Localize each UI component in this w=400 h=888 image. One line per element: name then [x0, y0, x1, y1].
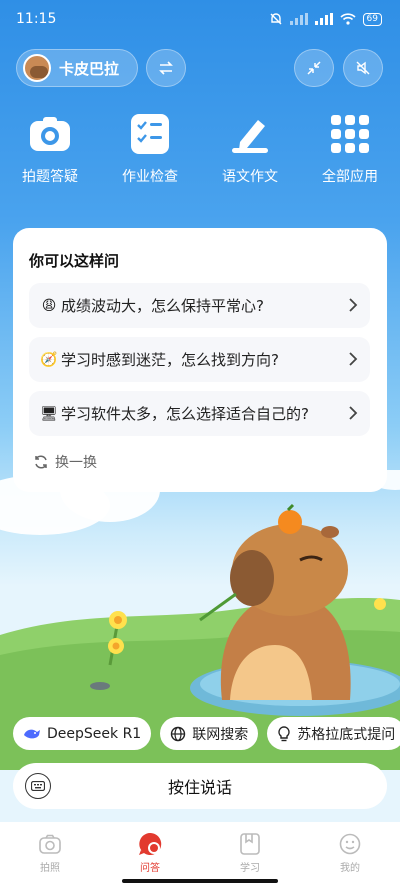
- bell-muted-icon: [270, 13, 282, 25]
- chevron-right-icon: [349, 352, 358, 366]
- wifi-icon: [339, 13, 356, 25]
- app-homework-check[interactable]: 作业检查: [100, 112, 200, 186]
- camera-icon: [28, 112, 72, 156]
- battery-indicator: 69: [362, 12, 382, 26]
- tab-label: 拍照: [40, 863, 60, 874]
- minimize-button[interactable]: [294, 49, 334, 87]
- chip-label: DeepSeek R1: [47, 725, 142, 742]
- suggestion-item[interactable]: 🧭 学习时感到迷茫，怎么找到方向?: [29, 337, 370, 382]
- refresh-icon: [35, 455, 47, 469]
- signal-icon-2: [314, 13, 333, 25]
- status-time: 11:15: [16, 11, 57, 27]
- chat-icon: [138, 832, 162, 856]
- speaker-muted-icon: [356, 61, 370, 75]
- book-icon: [238, 832, 262, 856]
- status-icons: 69: [269, 12, 382, 26]
- weary-face-icon: 😩: [41, 297, 57, 314]
- status-bar: 11:15 69: [0, 0, 400, 38]
- grid-icon: [328, 112, 372, 156]
- mode-chips: DeepSeek R1 联网搜索 苏格拉底式提问: [13, 717, 400, 750]
- swap-icon: [159, 61, 173, 75]
- chip-label: 苏格拉底式提问: [297, 726, 396, 743]
- home-indicator: [122, 879, 278, 883]
- globe-icon: [171, 726, 186, 741]
- suggestion-card: 你可以这样问 😩 成绩波动大，怎么保持平常心? 🧭 学习时感到迷茫，怎么找到方向…: [13, 228, 387, 492]
- chevron-right-icon: [349, 298, 358, 312]
- app-shortcuts: 拍题答疑 作业检查 语文作文 全部应用: [0, 112, 400, 186]
- collapse-icon: [307, 61, 321, 75]
- suggestion-item[interactable]: 😩 成绩波动大，怎么保持平常心?: [29, 283, 370, 328]
- pen-icon: [228, 112, 272, 156]
- user-switcher[interactable]: 卡皮巴拉: [16, 49, 138, 87]
- switch-button[interactable]: [146, 49, 186, 87]
- compass-icon: 🧭: [40, 351, 58, 368]
- app-label: 语文作文: [222, 169, 278, 185]
- signal-icon: [289, 13, 308, 25]
- chevron-right-icon: [349, 406, 358, 420]
- checklist-icon: [128, 112, 172, 156]
- tab-label: 我的: [340, 863, 360, 874]
- app-label: 全部应用: [322, 169, 378, 185]
- suggestion-text: 学习时感到迷茫，怎么找到方向?: [61, 351, 279, 369]
- suggestion-item[interactable]: 🖥 学习软件太多，怎么选择适合自己的?: [29, 391, 370, 436]
- camera-icon: [38, 832, 62, 856]
- refresh-label: 换一换: [55, 455, 97, 471]
- chip-web-search[interactable]: 联网搜索: [160, 717, 259, 750]
- tab-label: 学习: [240, 863, 260, 874]
- refresh-button[interactable]: 换一换: [33, 452, 97, 472]
- keyboard-icon[interactable]: [25, 773, 51, 799]
- mute-button[interactable]: [343, 49, 383, 87]
- chip-label: 联网搜索: [192, 726, 249, 743]
- app-chinese-essay[interactable]: 语文作文: [200, 112, 300, 186]
- tab-me[interactable]: 我的: [300, 822, 400, 888]
- screen: 11:15 69 卡皮巴拉 拍题答疑 作业检查 语文作文 全部应用 你可以这样问…: [0, 0, 400, 888]
- face-icon: [338, 832, 362, 856]
- avatar: [23, 54, 51, 82]
- app-label: 作业检查: [122, 169, 178, 185]
- tab-label: 问答: [140, 863, 160, 874]
- hold-to-talk-label: 按住说话: [167, 778, 232, 797]
- whale-icon: [24, 729, 40, 738]
- card-title: 你可以这样问: [29, 252, 120, 270]
- hold-to-talk-button[interactable]: 按住说话: [13, 763, 387, 809]
- bulb-icon: [278, 725, 290, 741]
- app-photo-qa[interactable]: 拍题答疑: [0, 112, 100, 186]
- suggestion-text: 学习软件太多，怎么选择适合自己的?: [61, 405, 309, 423]
- tab-camera[interactable]: 拍照: [0, 822, 100, 888]
- chip-deepseek[interactable]: DeepSeek R1: [13, 717, 152, 750]
- app-all-apps[interactable]: 全部应用: [300, 112, 400, 186]
- computer-icon: 🖥: [40, 405, 58, 422]
- suggestion-text: 成绩波动大，怎么保持平常心?: [61, 297, 264, 315]
- app-label: 拍题答疑: [22, 169, 78, 185]
- chip-socratic[interactable]: 苏格拉底式提问: [267, 717, 400, 750]
- username: 卡皮巴拉: [59, 59, 120, 78]
